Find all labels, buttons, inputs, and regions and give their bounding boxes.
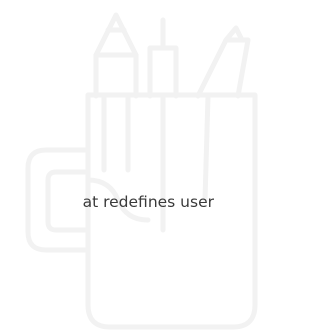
pencil-cup-icon bbox=[25, 12, 258, 330]
marker bbox=[195, 37, 251, 99]
caption-text: at redefines user bbox=[0, 190, 264, 214]
caption-label: at redefines user bbox=[82, 193, 214, 211]
pen bbox=[147, 45, 179, 99]
card: at redefines user bbox=[0, 0, 264, 334]
